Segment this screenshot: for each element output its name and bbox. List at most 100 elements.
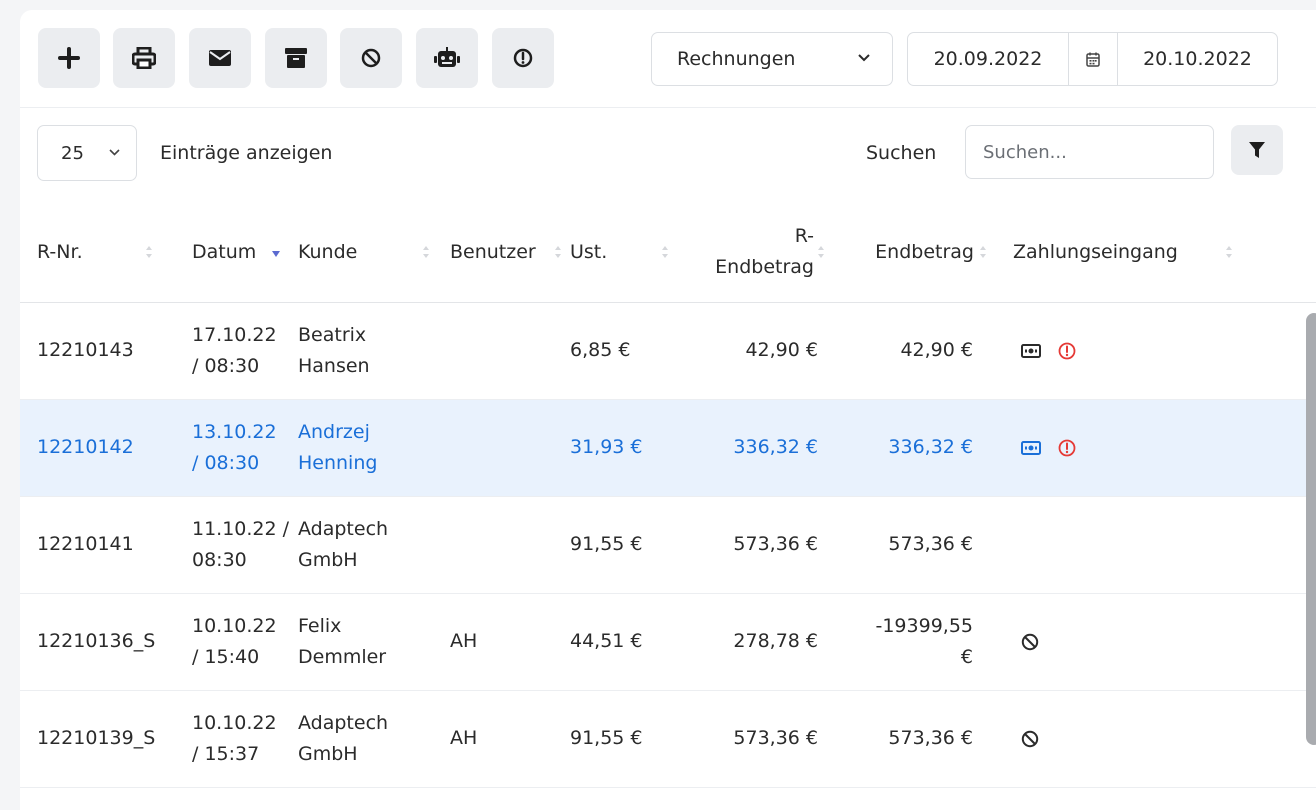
exclamation-circle-icon[interactable] — [1058, 342, 1076, 360]
col-header-rnr[interactable]: R-Nr. — [20, 203, 175, 303]
entries-label: Einträge anzeigen — [160, 142, 333, 164]
calendar-button[interactable] — [1068, 33, 1118, 85]
date-range-picker: 20.09.2022 20.10.2022 — [907, 32, 1278, 86]
cell-datum-line1: 10.10.22 — [192, 614, 277, 637]
col-header-label: Benutzer — [450, 240, 536, 263]
cell-r-endbetrag: 336,32 € — [677, 399, 826, 497]
cell-kunde-line1: Adaptech — [298, 711, 389, 734]
filter-button[interactable] — [1231, 125, 1283, 175]
col-header-r-endbetrag[interactable]: R- Endbetrag — [677, 203, 826, 303]
cell-rnr: 12210136_S — [20, 593, 175, 691]
cell-datum: 17.10.22 / 08:30 — [175, 302, 298, 400]
cell-endbetrag-line1: -19399,55 — [875, 614, 973, 637]
cell-r-endbetrag: 573,36 € — [677, 690, 826, 788]
cell-kunde-line1: Andrzej — [298, 420, 370, 443]
entries-per-page-select[interactable]: 25 — [37, 125, 137, 181]
cell-kunde-line2: Demmler — [298, 645, 387, 668]
cell-datum-line1: 11.10.22 / — [192, 517, 290, 540]
sort-icon — [662, 246, 668, 258]
cell-ust: 91,55 € — [570, 690, 677, 788]
cell-datum: 13.10.22 / 08:30 — [175, 399, 298, 497]
entries-per-page-value: 25 — [61, 142, 84, 164]
cell-benutzer: AH — [442, 593, 570, 691]
exclamation-circle-icon[interactable] — [1058, 439, 1076, 457]
plus-icon — [58, 47, 80, 69]
vertical-scrollbar-thumb[interactable] — [1306, 313, 1316, 745]
cell-endbetrag: 336,32 € — [826, 399, 989, 497]
robot-icon — [434, 47, 460, 67]
cell-kunde: Adaptech GmbH — [298, 690, 442, 788]
table-row-selected[interactable]: 12210142 13.10.22/ 08:30 Andrzej Henning … — [20, 399, 1316, 497]
cell-endbetrag-line1: 573,36 € — [888, 533, 973, 555]
document-type-value: Rechnungen — [677, 48, 796, 70]
exclamation-circle-icon — [513, 48, 533, 68]
table-row[interactable]: 12210143 17.10.22 / 08:30 Beatrix Hansen 6… — [20, 302, 1316, 400]
col-header-benutzer[interactable]: Benutzer — [442, 203, 570, 303]
cell-ust: 44,51 € — [570, 593, 677, 691]
sort-icon — [1226, 246, 1232, 258]
ban-icon[interactable] — [1021, 730, 1039, 748]
col-header-datum[interactable]: Datum — [175, 203, 298, 303]
cell-endbetrag-line1: 573,36 € — [888, 727, 973, 749]
warning-button[interactable] — [492, 28, 554, 88]
search-input[interactable] — [965, 125, 1214, 179]
cell-zahlungseingang — [989, 302, 1316, 400]
document-type-select[interactable]: Rechnungen — [651, 32, 893, 86]
add-button[interactable] — [38, 28, 100, 88]
col-header-kunde[interactable]: Kunde — [298, 203, 442, 303]
cell-zahlungseingang — [989, 593, 1316, 691]
toolbar: Rechnungen 20.09.2022 20.10.2022 — [20, 10, 1316, 108]
col-header-zahlungseingang[interactable]: Zahlungseingang — [989, 203, 1316, 303]
cell-benutzer: AH — [442, 690, 570, 788]
cell-zahlungseingang — [989, 399, 1316, 497]
cell-kunde: Adaptech GmbH — [298, 496, 442, 594]
cell-zahlungseingang — [989, 496, 1316, 594]
archive-icon — [285, 48, 307, 68]
date-to-input[interactable]: 20.10.2022 — [1118, 33, 1277, 85]
print-button[interactable] — [113, 28, 175, 88]
cell-benutzer — [442, 399, 570, 497]
cell-rnr: 12210143 — [20, 302, 175, 400]
table-row[interactable]: 12210139_S 10.10.22/ 15:37 Adaptech GmbH … — [20, 690, 1316, 788]
chevron-down-icon — [109, 149, 120, 156]
col-header-ust[interactable]: Ust. — [570, 203, 677, 303]
col-header-label: Datum — [192, 240, 257, 263]
sort-desc-icon — [272, 251, 280, 257]
cell-ust: 91,55 € — [570, 496, 677, 594]
col-header-endbetrag[interactable]: Endbetrag — [826, 203, 989, 303]
cell-kunde-line2: Hansen — [298, 354, 370, 377]
date-from-input[interactable]: 20.09.2022 — [908, 33, 1068, 85]
table-row[interactable]: 12210136_S 10.10.22/ 15:40 Felix Demmler … — [20, 593, 1316, 691]
cell-datum-line1: 13.10.22 — [192, 420, 277, 443]
cell-kunde-line2: Henning — [298, 451, 378, 474]
col-header-label: Endbetrag — [875, 240, 974, 263]
col-header-label: Zahlungseingang — [1013, 240, 1178, 263]
sort-icon — [818, 246, 824, 258]
print-icon — [132, 47, 156, 69]
cell-datum-line2: / 08:30 — [192, 354, 260, 377]
archive-button[interactable] — [265, 28, 327, 88]
cell-kunde-line2: GmbH — [298, 548, 358, 571]
col-header-label-line2: Endbetrag — [715, 256, 814, 279]
cell-benutzer — [442, 496, 570, 594]
cell-kunde-line1: Beatrix — [298, 323, 367, 346]
ban-icon[interactable] — [1021, 633, 1039, 651]
money-bill-icon[interactable] — [1021, 343, 1041, 358]
cell-datum-line1: 10.10.22 — [192, 711, 277, 734]
email-button[interactable] — [189, 28, 251, 88]
table-header-row: R-Nr. Datum Kunde Benutzer Ust. R- Endbe… — [20, 203, 1316, 303]
cell-benutzer — [442, 302, 570, 400]
sort-icon — [555, 246, 561, 258]
cell-kunde: Beatrix Hansen — [298, 302, 442, 400]
money-bill-icon[interactable] — [1021, 440, 1041, 455]
cell-r-endbetrag: 278,78 € — [677, 593, 826, 691]
col-header-label: R- Endbetrag — [715, 221, 814, 283]
cell-endbetrag: 573,36 € — [826, 690, 989, 788]
cell-datum-line1: 17.10.22 — [192, 323, 277, 346]
table-row[interactable]: 12210141 11.10.22 / 08:30 Adaptech GmbH 91… — [20, 496, 1316, 594]
automation-button[interactable] — [416, 28, 478, 88]
filter-icon — [1249, 142, 1265, 158]
invoice-list-card: Rechnungen 20.09.2022 20.10.2022 25 Eint… — [20, 10, 1316, 810]
cancel-button[interactable] — [340, 28, 402, 88]
cell-rnr: 12210139_S — [20, 690, 175, 788]
